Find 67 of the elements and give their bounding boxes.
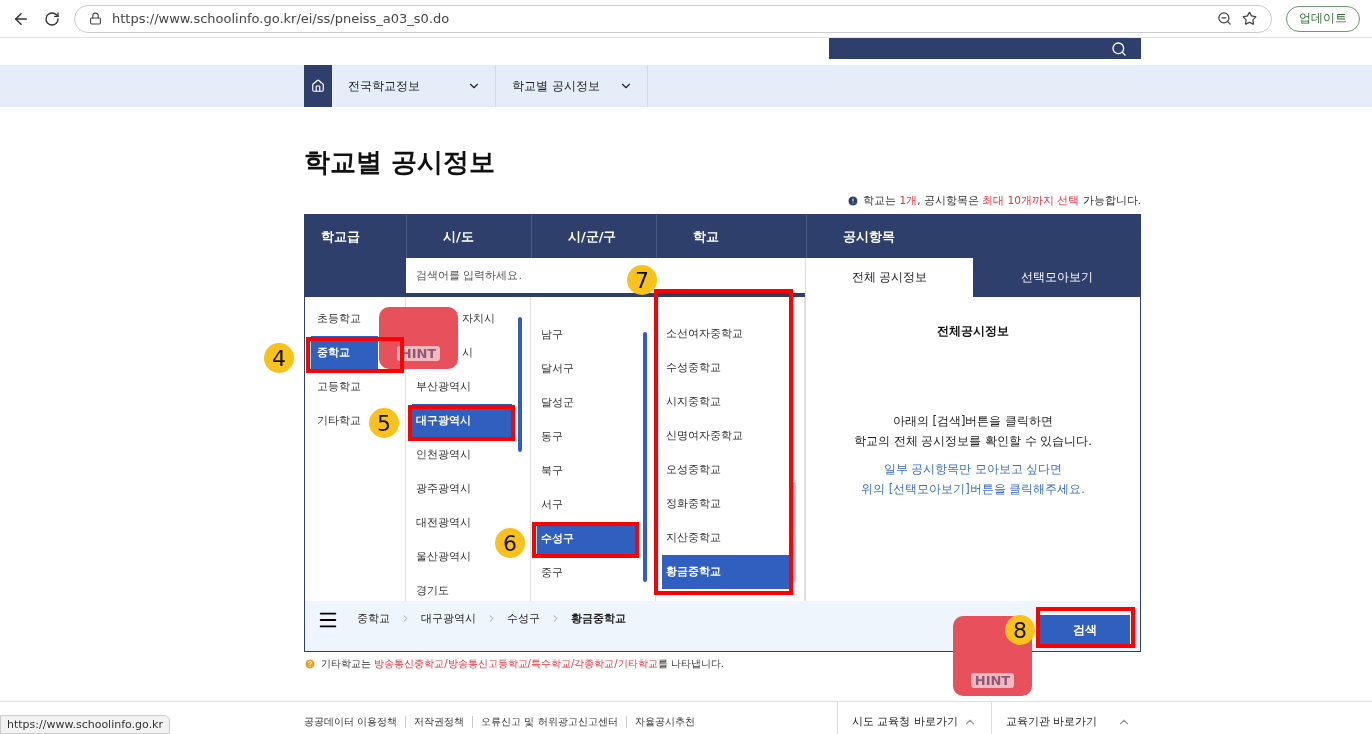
region-item[interactable]: 경기도 xyxy=(412,574,453,601)
tab[interactable]: 전체 공시정보 xyxy=(806,258,973,297)
info-message: 아래의 [검색]버튼을 클릭하면 학교의 전체 공시정보를 확인할 수 있습니다. xyxy=(854,413,1092,450)
school-item[interactable]: 시지중학교 xyxy=(662,385,725,419)
district-item[interactable]: 남구 xyxy=(537,318,567,352)
district-item[interactable]: 서구 xyxy=(537,488,567,522)
lock-icon xyxy=(89,12,102,25)
scrollbar[interactable] xyxy=(518,317,522,452)
notice-text: 학교는 1개, 공시항목은 최대 10개까지 선택 가능합니다. xyxy=(863,194,1141,208)
school-item[interactable]: 오성중학교 xyxy=(662,453,725,487)
school-item[interactable]: 신명여자중학교 xyxy=(662,419,747,453)
nav-label: 학교별 공시정보 xyxy=(512,77,600,95)
page-title: 학교별 공시정보 xyxy=(304,146,497,179)
step-number: 6 xyxy=(495,528,525,558)
home-button[interactable] xyxy=(304,65,332,107)
zoom-out-icon[interactable] xyxy=(1217,11,1232,26)
nav-dropdown[interactable]: 학교별 공시정보 xyxy=(496,65,648,107)
step-header: 학교급 xyxy=(320,227,361,246)
school-item[interactable]: 정화중학교 xyxy=(662,487,725,521)
region-item[interactable]: 광주광역시 xyxy=(412,472,475,506)
footer-link[interactable]: 자율공시추천 xyxy=(634,714,695,729)
nav-dropdown[interactable]: 전국학교정보 xyxy=(332,65,496,107)
scrollbar[interactable] xyxy=(643,332,647,582)
status-url: https://www.schoolinfo.go.kr xyxy=(0,715,170,734)
region-item[interactable]: 부산광역시 xyxy=(412,370,475,404)
district-item[interactable]: 달서구 xyxy=(537,352,578,386)
school-item[interactable]: 소선여자중학교 xyxy=(662,317,747,351)
help-icon xyxy=(304,658,316,670)
alert-icon xyxy=(847,195,860,207)
path-item: 황금중학교 xyxy=(571,611,626,626)
region-item[interactable]: 시 xyxy=(458,336,477,370)
school-item[interactable]: 황금중학교 xyxy=(662,555,790,589)
hint-message: 일부 공시항목만 모아보고 싶다면 위의 [선택모아보기]버튼을 클릭해주세요. xyxy=(861,461,1085,498)
footnote-text: 기타학교는 방송통신중학교/방송통신고등학교/특수학교/각종학교/기타학교를 나타냅니다. xyxy=(321,657,725,671)
nav-label: 전국학교정보 xyxy=(348,77,420,95)
footer-link[interactable]: 공공데이터 이용정책 xyxy=(304,714,398,729)
panel-title: 전체공시정보 xyxy=(937,324,1009,339)
level-item[interactable]: 고등학교 xyxy=(311,370,365,404)
search-button[interactable]: 검색 xyxy=(1040,615,1130,645)
scrollbar[interactable] xyxy=(792,482,796,582)
region-item[interactable]: 울산광역시 xyxy=(412,540,475,574)
path-item: 중학교 xyxy=(357,611,390,626)
region-item[interactable]: 자치시 xyxy=(458,302,499,336)
district-item[interactable]: 동구 xyxy=(537,420,567,454)
update-button[interactable]: 업데이트 xyxy=(1286,5,1360,32)
dropdown-label: 교육기관 바로가기 xyxy=(1006,714,1098,729)
reload-icon[interactable] xyxy=(44,10,60,27)
search-icon[interactable] xyxy=(1111,40,1127,57)
step-number: 5 xyxy=(369,408,399,438)
footer-link[interactable]: 오류신고 및 허위광고신고센터 xyxy=(481,714,618,729)
level-item[interactable]: 기타학교 xyxy=(311,404,365,438)
region-item[interactable]: 대전광역시 xyxy=(412,506,475,540)
dropdown-label: 시도 교육청 바로가기 xyxy=(852,714,958,729)
path-item: 수성구 xyxy=(507,611,540,626)
url-text: https://www.schoolinfo.go.kr/ei/ss/pneiss_a03_s0.do xyxy=(112,11,450,26)
home-icon xyxy=(311,79,325,93)
level-item[interactable]: 초등학교 xyxy=(311,302,365,336)
region-item[interactable]: 인천광역시 xyxy=(412,438,475,472)
district-item[interactable]: 중구 xyxy=(537,556,567,590)
path-item: 대구광역시 xyxy=(421,611,476,626)
star-icon[interactable] xyxy=(1242,11,1257,26)
school-item[interactable]: 수성중학교 xyxy=(662,351,725,385)
district-item[interactable]: 달성군 xyxy=(537,386,578,420)
district-item[interactable]: 북구 xyxy=(537,454,567,488)
step-number: 4 xyxy=(264,343,294,373)
footer-link[interactable]: 저작권정책 xyxy=(414,714,465,729)
school-item[interactable]: 지산중학교 xyxy=(662,521,725,555)
